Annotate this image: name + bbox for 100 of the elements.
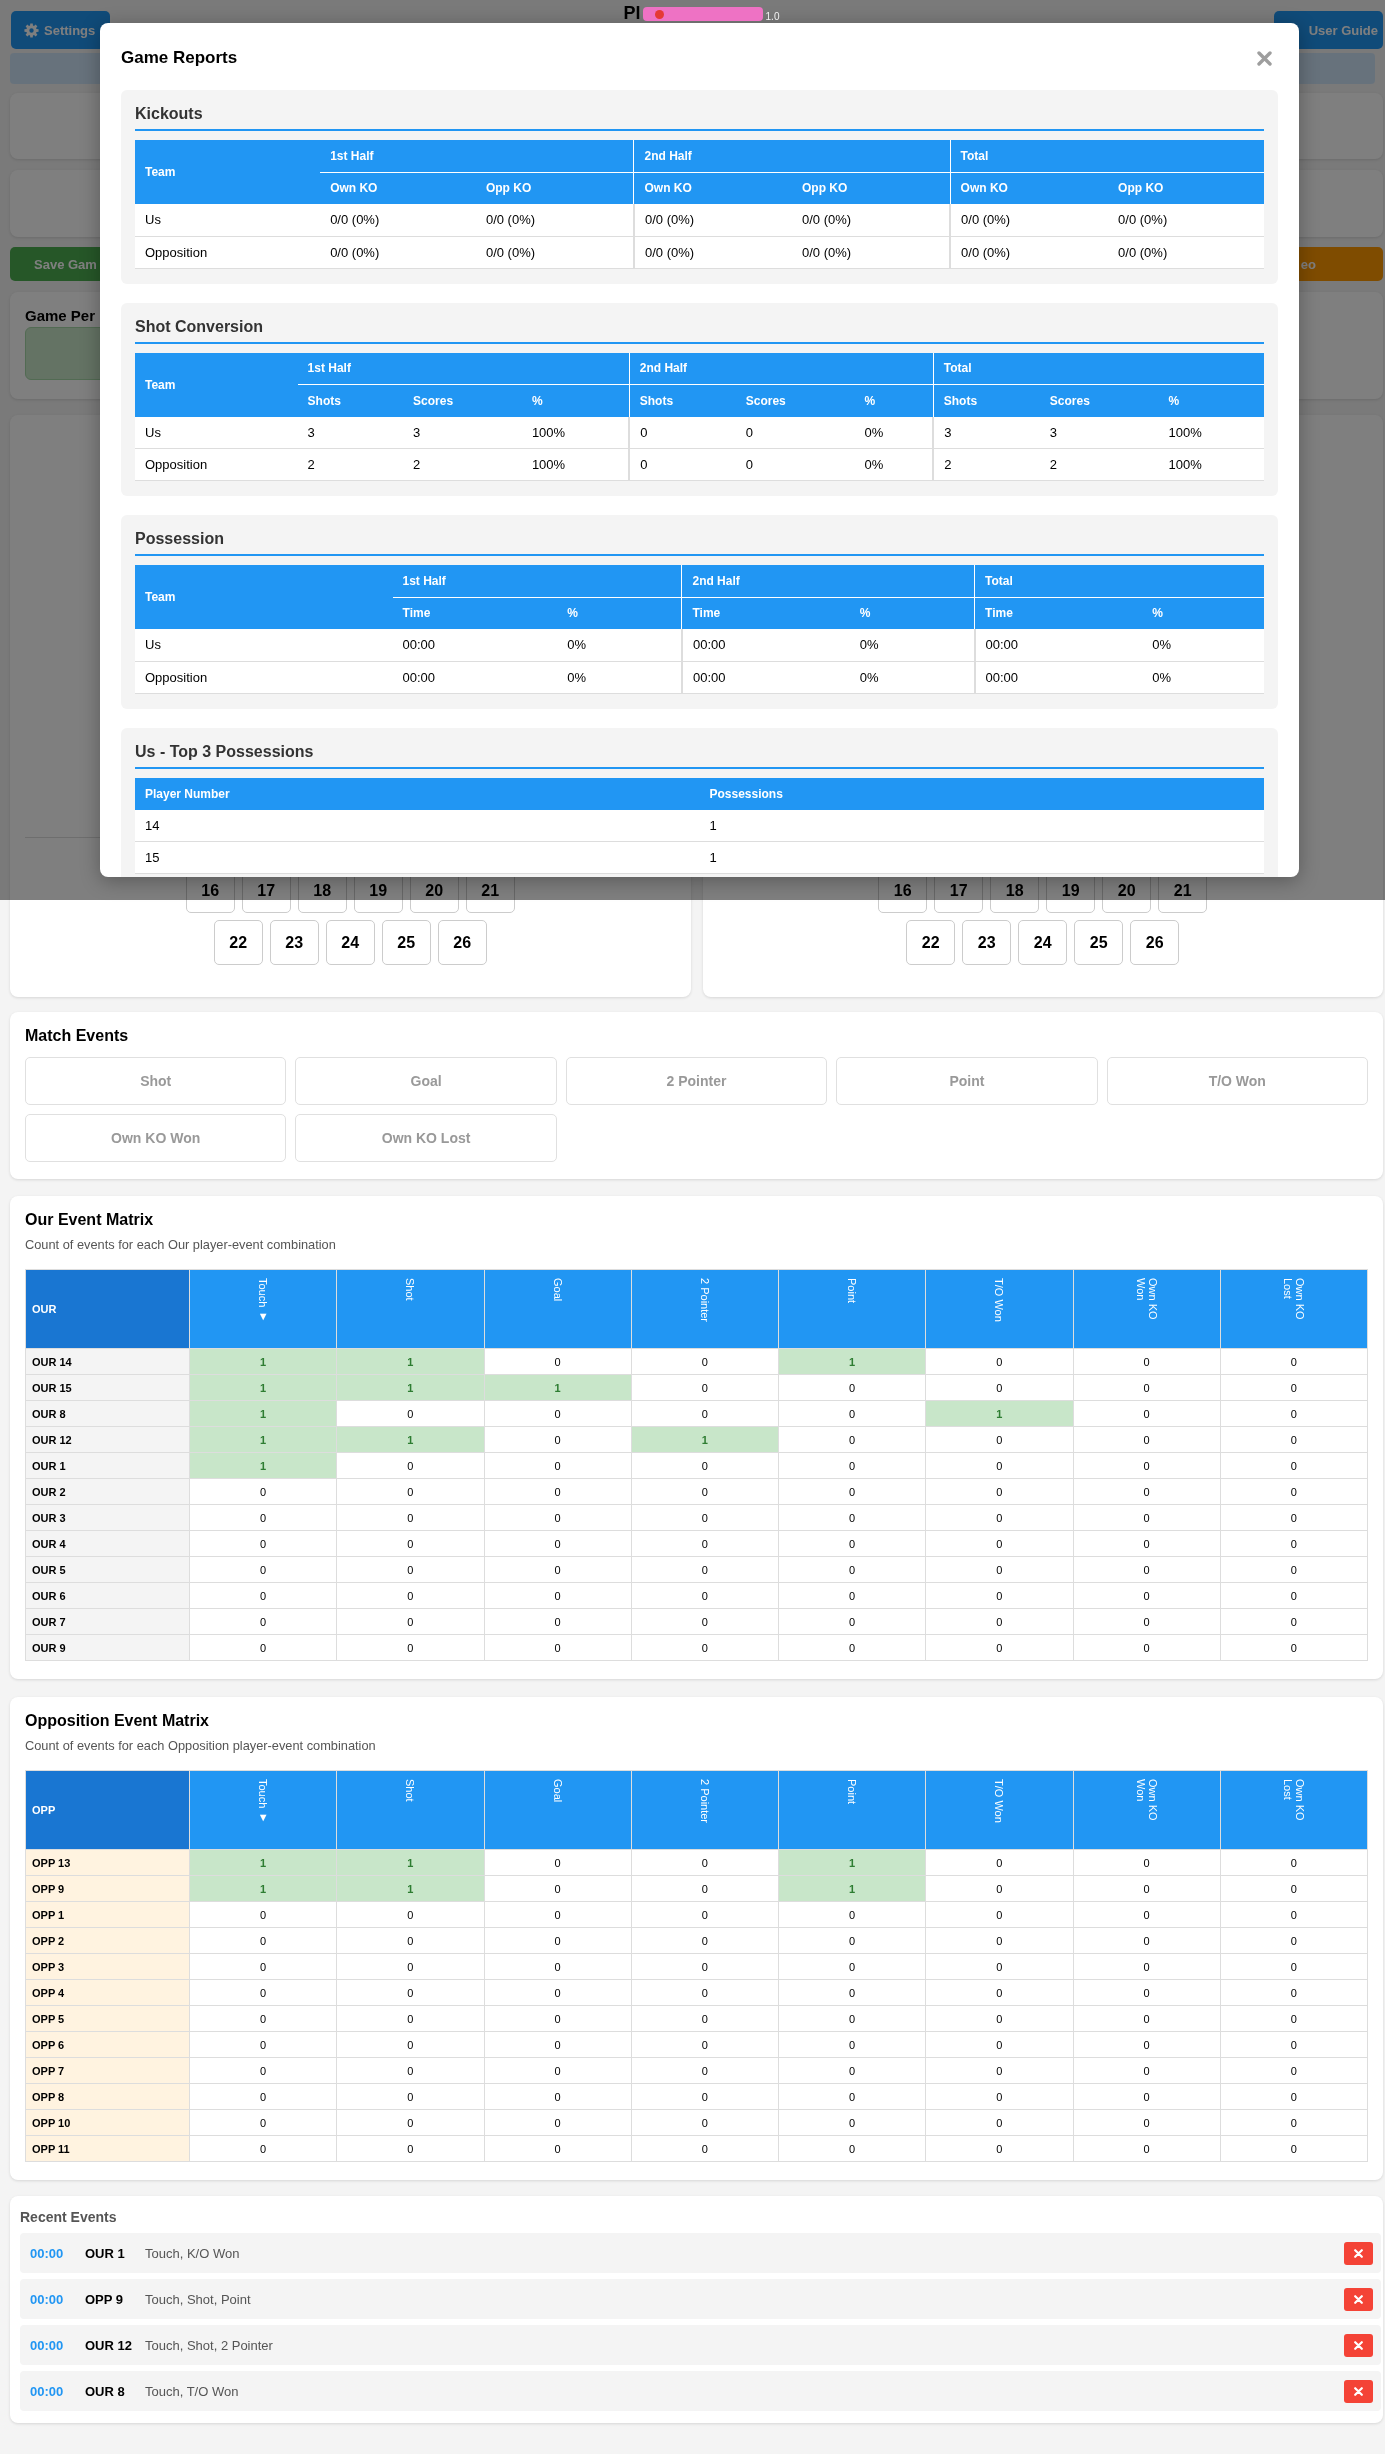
matrix-cell: 0 [631, 1901, 779, 1928]
table-cell: 0% [557, 629, 682, 661]
column-header[interactable]: Shot [336, 1269, 484, 1349]
matrix-cell: 0 [1220, 1374, 1368, 1401]
matrix-cell: 0 [189, 2109, 337, 2136]
player-number-button[interactable]: 24 [325, 920, 375, 965]
matrix-cell: 0 [1220, 1979, 1368, 2006]
table-cell: 14 [135, 809, 700, 842]
row-header: OUR 5 [25, 1556, 190, 1583]
player-number-button[interactable]: 25 [1074, 920, 1124, 965]
column-header[interactable]: Own KO Lost [1220, 1269, 1368, 1349]
matrix-cell: 0 [336, 1953, 484, 1980]
column-header[interactable]: 2 Pointer [631, 1770, 779, 1850]
column-header: Own KO [950, 172, 1109, 204]
matrix-cell: 0 [1073, 1452, 1221, 1479]
table-cell: 0/0 (0%) [950, 236, 1109, 268]
column-header: Time [974, 597, 1143, 629]
matrix-cell: 0 [484, 2109, 632, 2136]
matrix-cell: 0 [484, 1582, 632, 1609]
column-group-header: Total [950, 140, 1264, 172]
table-cell: 100% [521, 448, 630, 481]
column-header[interactable]: T/O Won [925, 1770, 1073, 1850]
player-number-button[interactable]: 26 [1130, 920, 1180, 965]
matrix-cell: 0 [484, 1426, 632, 1453]
matrix-cell: 0 [336, 2057, 484, 2084]
table-cell: 0/0 (0%) [633, 236, 792, 268]
matrix-cell: 0 [484, 1504, 632, 1531]
close-button[interactable] [1257, 50, 1272, 66]
matrix-cell: 0 [1220, 1400, 1368, 1427]
matrix-cell: 0 [336, 1979, 484, 2006]
column-header[interactable]: Point [778, 1269, 926, 1349]
delete-button[interactable] [1344, 2333, 1373, 2357]
player-number-button[interactable]: 22 [906, 920, 956, 965]
matrix-cell: 0 [1073, 1582, 1221, 1609]
column-header[interactable]: Own KO Won [1073, 1269, 1221, 1349]
matrix-cell: 0 [189, 1901, 337, 1928]
matrix-cell: 0 [1220, 1556, 1368, 1583]
event-player: OPP 9 [85, 2291, 125, 2307]
delete-button[interactable] [1344, 2379, 1373, 2403]
column-header[interactable]: Touch ▼ [189, 1269, 337, 1349]
matrix-cell: 1 [336, 1374, 484, 1401]
row-header: OPP 13 [25, 1849, 190, 1876]
matrix-cell: 0 [631, 1400, 779, 1427]
player-number-button[interactable]: 26 [437, 920, 487, 965]
modal-title: Game Reports [121, 48, 238, 68]
column-header: Opp KO [792, 172, 951, 204]
table-cell: 100% [1158, 448, 1264, 481]
settings-button[interactable]: Settings [11, 11, 110, 49]
player-number-button[interactable]: 25 [381, 920, 431, 965]
column-group-header: 2nd Half [681, 565, 975, 597]
matrix-cell: 0 [1220, 2005, 1368, 2032]
matrix-cell: 0 [925, 1953, 1073, 1980]
column-header[interactable]: Shot [336, 1770, 484, 1850]
matrix-cell: 0 [925, 1634, 1073, 1661]
cross-icon [1354, 2386, 1363, 2396]
matrix-cell: 0 [484, 1849, 632, 1876]
delete-button[interactable] [1344, 2241, 1373, 2265]
table-cell: Opposition [135, 661, 393, 693]
table-cell: 0% [854, 416, 934, 449]
section-title: Us - Top 3 Possessions [135, 741, 1264, 769]
event-description: Touch, T/O Won [145, 2383, 239, 2399]
event-time: 00:00 [30, 2291, 65, 2307]
matrix-cell: 0 [1073, 1348, 1221, 1375]
player-number-button[interactable]: 23 [269, 920, 319, 965]
column-header[interactable]: T/O Won [925, 1269, 1073, 1349]
table-cell: 0 [735, 416, 855, 449]
table-cell: Us [135, 629, 393, 661]
matrix-cell: 0 [336, 2135, 484, 2162]
player-number-button[interactable]: 22 [213, 920, 263, 965]
delete-button[interactable] [1344, 2287, 1373, 2311]
matrix-cell: 0 [484, 1530, 632, 1557]
matrix-cell: 0 [189, 1979, 337, 2006]
table-cell: 3 [297, 416, 404, 449]
table-cell: 2 [297, 448, 404, 481]
column-header[interactable]: Point [778, 1770, 926, 1850]
player-number-button[interactable]: 23 [962, 920, 1012, 965]
matrix-cell: 0 [1073, 2083, 1221, 2110]
matrix-cell: 0 [1073, 1478, 1221, 1505]
matrix-cell: 0 [336, 1556, 484, 1583]
column-header[interactable]: Goal [484, 1770, 632, 1850]
matrix-cell: 1 [778, 1875, 926, 1902]
matrix-cell: 0 [1220, 2109, 1368, 2136]
column-header[interactable]: Goal [484, 1269, 632, 1349]
matrix-cell: 0 [778, 1608, 926, 1635]
matrix-cell: 0 [631, 1452, 779, 1479]
column-header[interactable]: Touch ▼ [189, 1770, 337, 1850]
matrix-cell: 0 [631, 1348, 779, 1375]
player-number-button[interactable]: 24 [1018, 920, 1068, 965]
matrix-cell: 0 [189, 2083, 337, 2110]
matrix-cell: 0 [631, 2109, 779, 2136]
matrix-cell: 0 [484, 1979, 632, 2006]
column-header[interactable]: Own KO Lost [1220, 1770, 1368, 1850]
matrix-cell: 0 [1073, 2005, 1221, 2032]
column-header[interactable]: 2 Pointer [631, 1269, 779, 1349]
matrix-cell: 0 [925, 2057, 1073, 2084]
table-cell: 3 [403, 416, 522, 449]
column-header[interactable]: Own KO Won [1073, 1770, 1221, 1850]
table-cell: 0/0 (0%) [1108, 204, 1264, 236]
column-header: % [521, 384, 630, 417]
matrix-cell: 0 [1073, 1556, 1221, 1583]
